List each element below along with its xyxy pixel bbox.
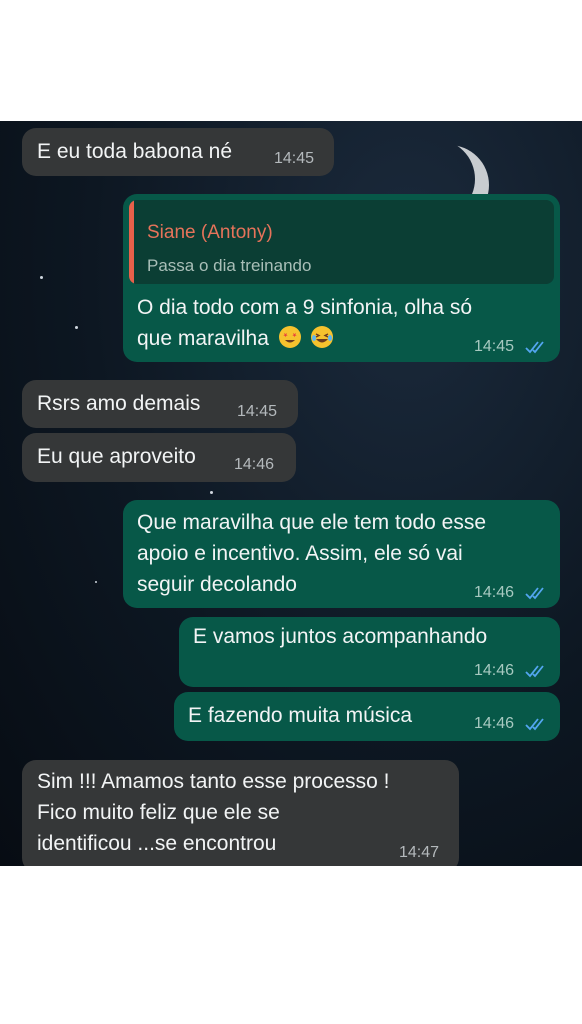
read-ticks-icon xyxy=(525,341,544,354)
message-time: 14:45 xyxy=(237,403,278,420)
star-decoration xyxy=(75,326,78,329)
message-time: 14:45 xyxy=(474,338,515,355)
message-text-line: Fico muito feliz que ele se xyxy=(37,801,280,824)
outgoing-message[interactable]: E fazendo muita música 14:46 xyxy=(174,692,560,741)
message-text: E eu toda babona né xyxy=(37,140,233,163)
message-time: 14:46 xyxy=(234,456,275,473)
quote-text: Passa o dia treinando xyxy=(147,256,312,275)
message-text: Rsrs amo demais xyxy=(37,392,201,415)
message-time: 14:46 xyxy=(474,662,515,679)
chat-area[interactable]: E eu toda babona né 14:45 Siane (Antony)… xyxy=(0,121,582,866)
outgoing-message[interactable]: E vamos juntos acompanhando 14:46 xyxy=(179,617,560,687)
laughing-tears-emoji xyxy=(310,326,333,348)
star-decoration xyxy=(95,581,97,583)
star-decoration xyxy=(210,491,213,494)
message-text-line: O dia todo com a 9 sinfonia, olha só xyxy=(137,296,473,319)
outgoing-message[interactable]: Siane (Antony) Passa o dia treinando O d… xyxy=(123,194,560,362)
message-time: 14:47 xyxy=(399,844,440,861)
read-ticks-icon xyxy=(525,587,544,600)
incoming-message[interactable]: Eu que aproveito 14:46 xyxy=(22,433,296,482)
message-text: E vamos juntos acompanhando xyxy=(193,625,488,648)
message-text-line: seguir decolando xyxy=(137,573,297,596)
message-text-line: Que maravilha que ele tem todo esse xyxy=(137,511,487,534)
message-text-line-with-emoji: que maravilha xyxy=(137,323,333,354)
message-time: 14:46 xyxy=(474,715,515,732)
outgoing-message[interactable]: Que maravilha que ele tem todo esse apoi… xyxy=(123,500,560,608)
read-ticks-icon xyxy=(525,665,544,678)
message-time: 14:45 xyxy=(274,150,315,167)
star-struck-emoji xyxy=(278,326,301,348)
message-text: Eu que aproveito xyxy=(37,445,196,468)
incoming-message[interactable]: Rsrs amo demais 14:45 xyxy=(22,380,298,428)
quote-accent-bar xyxy=(129,200,134,284)
message-text-line: apoio e incentivo. Assim, ele só vai xyxy=(137,542,463,565)
message-text: E fazendo muita música xyxy=(188,704,413,727)
incoming-message[interactable]: Sim !!! Amamos tanto esse processo ! Fic… xyxy=(22,760,459,866)
read-ticks-icon xyxy=(525,718,544,731)
quoted-message[interactable]: Siane (Antony) Passa o dia treinando xyxy=(129,200,554,284)
incoming-message[interactable]: E eu toda babona né 14:45 xyxy=(22,128,334,176)
star-decoration xyxy=(40,276,43,279)
quote-author: Siane (Antony) xyxy=(147,222,273,243)
message-time: 14:46 xyxy=(474,584,515,601)
message-text: que maravilha xyxy=(137,327,269,350)
message-text-line: Sim !!! Amamos tanto esse processo ! xyxy=(37,770,390,793)
message-text-line: identificou ...se encontrou xyxy=(37,832,277,855)
